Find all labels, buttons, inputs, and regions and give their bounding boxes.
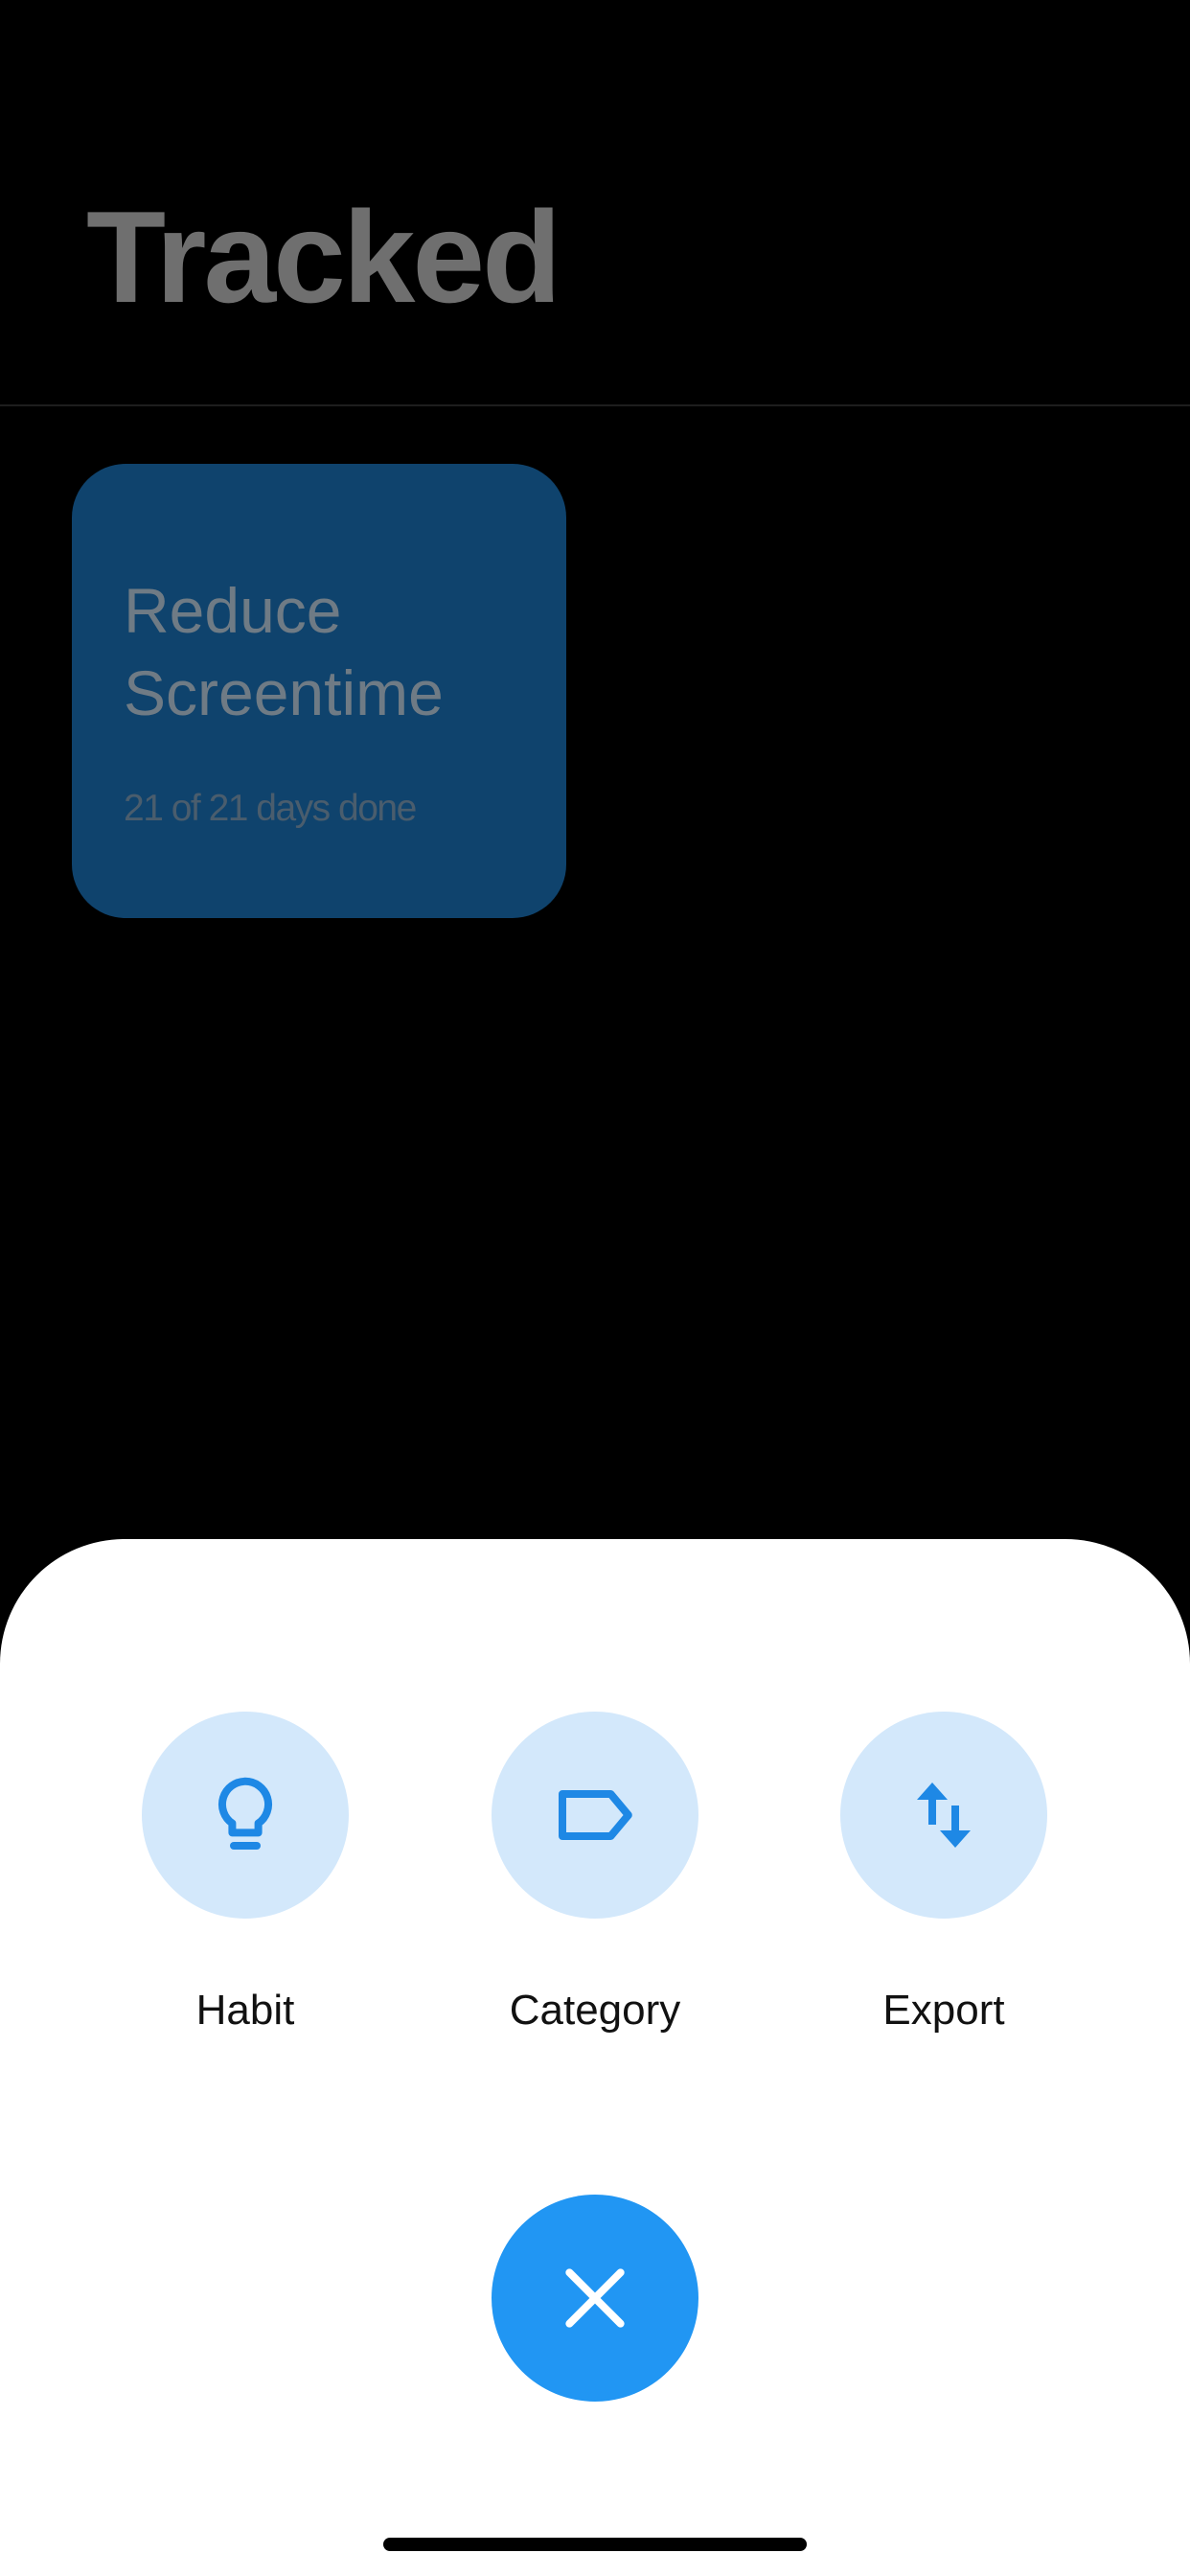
export-action[interactable]: Export	[800, 1712, 1087, 2047]
habit-card-title: Reduce Screentime	[124, 575, 444, 728]
label-tag-icon	[559, 1790, 632, 1840]
page-title: Tracked	[86, 184, 561, 330]
add-category-button[interactable]	[492, 1712, 698, 1919]
add-habit-button[interactable]	[142, 1712, 349, 1919]
home-indicator[interactable]	[383, 2538, 807, 2551]
add-habit-action[interactable]: Habit	[102, 1712, 389, 2047]
close-icon	[565, 2268, 625, 2328]
lightbulb-icon	[217, 1777, 273, 1850]
close-button[interactable]	[492, 2195, 698, 2402]
add-category-action[interactable]: Category	[451, 1712, 739, 2047]
header-divider	[0, 404, 1190, 406]
habit-card[interactable]: Reduce Screentime 21 of 21 days done	[72, 464, 566, 918]
export-button[interactable]	[840, 1712, 1047, 1919]
add-habit-label: Habit	[195, 1987, 295, 2034]
swap-vertical-icon	[917, 1782, 971, 1848]
add-menu-sheet: Habit Category Export	[0, 1539, 1190, 2576]
export-label: Export	[882, 1987, 1005, 2034]
add-category-label: Category	[509, 1987, 681, 2034]
habit-card-progress: 21 of 21 days done	[124, 788, 417, 829]
